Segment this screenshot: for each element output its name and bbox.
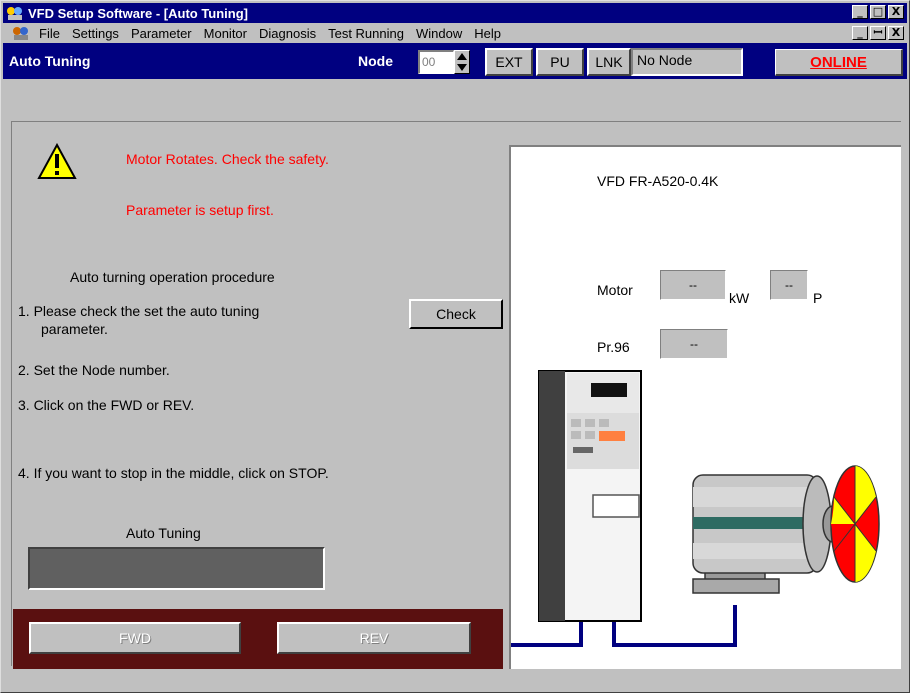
lnk-button[interactable]: LNK (587, 48, 631, 76)
motor-kw-field: -- (660, 270, 726, 300)
motor-pole-field: -- (770, 270, 808, 300)
step-3: 3. Click on the FWD or REV. (18, 397, 195, 413)
menu-test-running[interactable]: Test Running (322, 26, 410, 41)
action-bar: FWD REV (13, 609, 503, 669)
warning-safety-text: Motor Rotates. Check the safety. (126, 151, 329, 167)
step-1-cont: parameter. (41, 321, 108, 337)
check-button[interactable]: Check (409, 299, 503, 329)
window-title: VFD Setup Software - [Auto Tuning] (28, 5, 249, 21)
child-close-button[interactable]: X (888, 26, 904, 40)
child-restore-button[interactable]: ꟷ (870, 26, 886, 40)
node-spinner[interactable] (454, 50, 470, 74)
node-input[interactable]: 00 (418, 50, 454, 74)
app-icon[interactable] (6, 5, 24, 21)
menu-monitor[interactable]: Monitor (198, 26, 253, 41)
menu-diagnosis[interactable]: Diagnosis (253, 26, 322, 41)
spin-up-icon (457, 53, 467, 60)
online-label: ONLINE (810, 54, 867, 71)
fwd-button-label: FWD (119, 630, 151, 646)
menu-parameter[interactable]: Parameter (125, 26, 198, 41)
auto-tuning-progress (28, 547, 325, 590)
minimize-button[interactable]: _ (852, 5, 868, 19)
cable-left (511, 619, 583, 647)
node-status-field: No Node (631, 48, 743, 76)
online-button[interactable]: ONLINE (775, 49, 903, 76)
motor-label: Motor (597, 282, 633, 298)
warning-setup-text: Parameter is setup first. (126, 202, 274, 218)
menu-bar: File Settings Parameter Monitor Diagnosi… (3, 23, 907, 43)
fan-icon (830, 465, 880, 583)
pr96-field: -- (660, 329, 728, 359)
document-icon[interactable] (12, 25, 30, 41)
pu-button[interactable]: PU (536, 48, 584, 76)
step-4: 4. If you want to stop in the middle, cl… (18, 465, 329, 481)
toolbar: Auto Tuning Node 00 EXT PU LNK No Node O… (3, 43, 907, 79)
toolbar-title: Auto Tuning (9, 53, 91, 69)
step-2: 2. Set the Node number. (18, 362, 170, 378)
inverter-motor-illustration (511, 370, 880, 647)
inverter-model: VFD FR-A520-0.4K (597, 173, 719, 189)
menu-settings[interactable]: Settings (66, 26, 125, 41)
check-button-label: Check (436, 306, 476, 322)
maximize-button[interactable]: □ (870, 5, 886, 19)
app-window: VFD Setup Software - [Auto Tuning] _ □ X… (0, 0, 910, 693)
inverter-icon (538, 370, 642, 622)
menu-file[interactable]: File (33, 26, 66, 41)
p-unit: P (813, 290, 823, 306)
motor-icon (692, 474, 844, 594)
kw-unit: kW (729, 290, 750, 306)
close-button[interactable]: X (888, 5, 904, 19)
menu-window[interactable]: Window (410, 26, 468, 41)
spin-down-icon (457, 64, 467, 71)
rev-button[interactable]: REV (277, 622, 471, 654)
rev-button-label: REV (359, 630, 389, 646)
node-label: Node (358, 53, 393, 69)
ext-button[interactable]: EXT (485, 48, 533, 76)
menu-help[interactable]: Help (468, 26, 507, 41)
fwd-button[interactable]: FWD (29, 622, 241, 654)
procedure-title: Auto turning operation procedure (70, 269, 275, 285)
progress-label: Auto Tuning (126, 525, 201, 541)
child-minimize-button[interactable]: _ (852, 26, 868, 40)
warning-icon (37, 142, 77, 184)
step-1: 1. Please check the set the auto tuning (18, 303, 260, 319)
pr96-label: Pr.96 (597, 339, 630, 355)
device-panel: VFD FR-A520-0.4K Motor -- kW -- P Pr.96 … (509, 145, 901, 669)
title-bar[interactable]: VFD Setup Software - [Auto Tuning] _ □ X (3, 3, 907, 23)
